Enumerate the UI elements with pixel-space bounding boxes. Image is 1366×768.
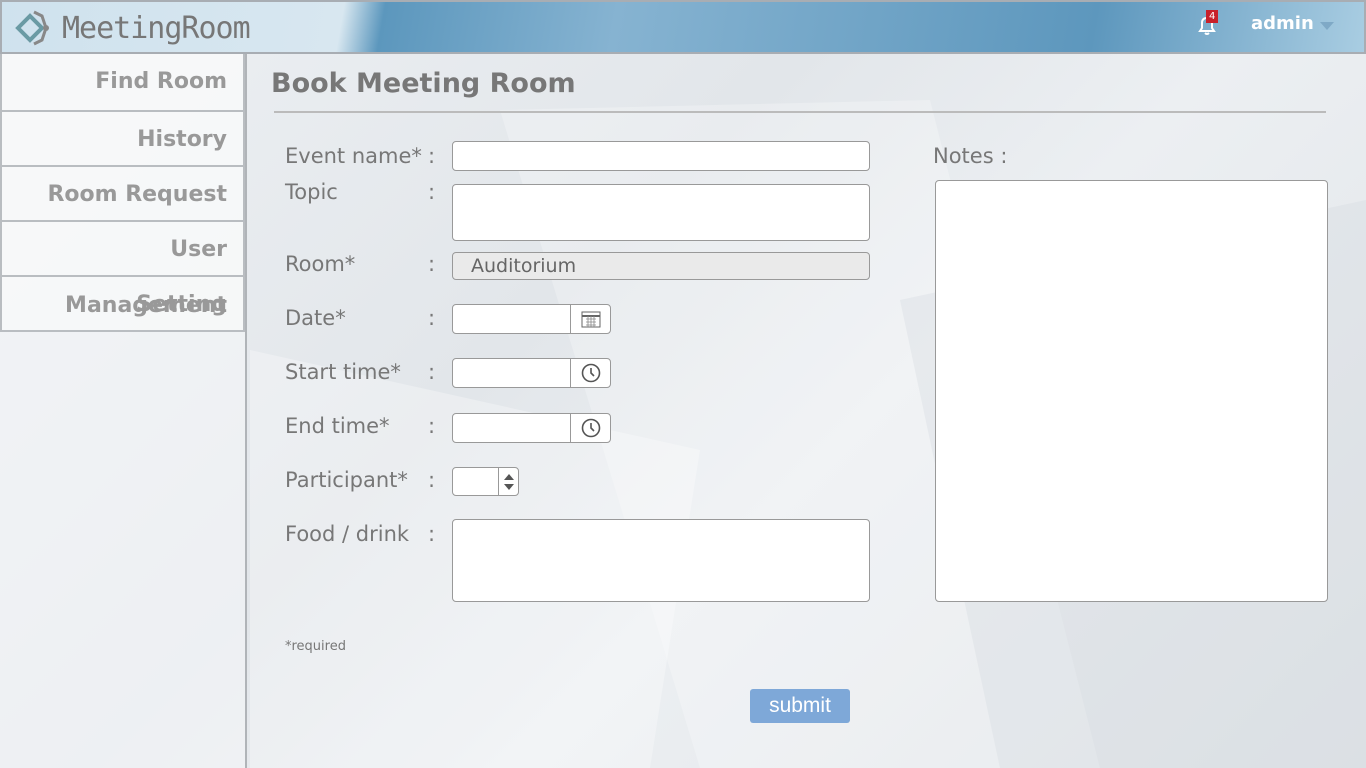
start-time-label: Start time* <box>285 360 401 384</box>
event-name-input[interactable] <box>452 141 870 171</box>
required-note: *required <box>285 639 346 654</box>
sidebar: Find Room History Room Request User Mana… <box>0 54 247 768</box>
event-name-label: Event name* <box>285 144 422 168</box>
app-name: MeetingRoom <box>62 10 251 46</box>
top-bar: MeetingRoom <box>0 0 1366 54</box>
calendar-icon[interactable] <box>570 305 610 333</box>
food-drink-input[interactable] <box>452 519 870 602</box>
sidebar-item-find-room[interactable]: Find Room <box>0 54 245 112</box>
sidebar-item-room-request[interactable]: Room Request <box>0 167 245 222</box>
clock-icon[interactable] <box>570 359 610 387</box>
colon: : <box>428 252 436 276</box>
page-title: Book Meeting Room <box>271 68 576 99</box>
colon: : <box>428 180 436 204</box>
submit-button[interactable]: submit <box>750 689 850 723</box>
sidebar-item-history[interactable]: History <box>0 112 245 167</box>
colon: : <box>428 414 436 438</box>
logo-icon <box>15 10 49 46</box>
date-label: Date* <box>285 306 346 330</box>
divider <box>274 111 1326 113</box>
room-label: Room* <box>285 252 356 276</box>
date-input[interactable] <box>452 304 611 334</box>
colon: : <box>428 144 436 168</box>
topic-input[interactable] <box>452 184 870 241</box>
start-time-input[interactable] <box>452 358 611 388</box>
user-menu[interactable]: admin <box>1251 13 1314 34</box>
end-time-label: End time* <box>285 414 390 438</box>
clock-icon[interactable] <box>570 414 610 442</box>
colon: : <box>428 522 436 546</box>
end-time-input[interactable] <box>452 413 611 443</box>
notification-badge: 4 <box>1206 10 1219 23</box>
participant-stepper[interactable] <box>452 467 519 496</box>
chevron-down-icon[interactable] <box>1320 22 1334 37</box>
topic-label: Topic <box>285 180 338 204</box>
logo[interactable]: MeetingRoom <box>14 8 251 48</box>
colon: : <box>428 360 436 384</box>
participant-label: Participant* <box>285 468 408 492</box>
colon: : <box>428 468 436 492</box>
colon: : <box>428 306 436 330</box>
sidebar-item-user-management[interactable]: User Management <box>0 222 245 318</box>
stepper-arrows-icon[interactable] <box>498 468 518 495</box>
room-field: Auditorium <box>452 252 870 280</box>
food-label: Food / drink <box>285 522 410 546</box>
notes-input[interactable] <box>935 180 1328 602</box>
notes-label: Notes : <box>933 144 1008 168</box>
